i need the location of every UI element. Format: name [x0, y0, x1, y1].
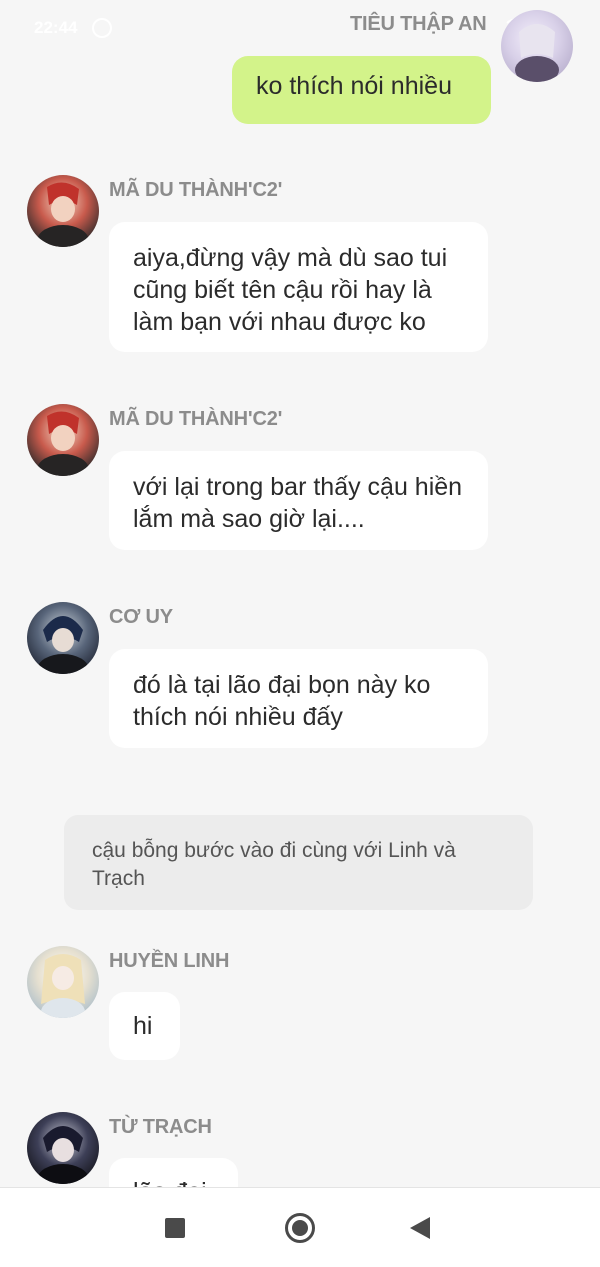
status-time: 22:44: [34, 18, 78, 37]
avatar[interactable]: [27, 1112, 99, 1184]
sender-name: MÃ DU THÀNH'C2': [109, 408, 283, 430]
message-bubble[interactable]: ko thích nói nhiều: [232, 56, 491, 124]
message-text: hi: [133, 1012, 153, 1040]
avatar-image: [37, 1126, 89, 1184]
message-text: đó là tại lão đại bọn này ko thích nói n…: [133, 671, 431, 731]
message-bubble[interactable]: aiya,đừng vậy mà dù sao tui cũng biết tê…: [109, 222, 488, 352]
message-bubble[interactable]: với lại trong bar thấy cậu hiền lắm mà s…: [109, 451, 488, 550]
avatar[interactable]: [501, 10, 573, 82]
avatar-image: [37, 411, 89, 476]
sender-name: TIÊU THẬP AN: [350, 13, 487, 35]
sender-name: HUYỀN LINH: [109, 950, 230, 972]
avatar[interactable]: [27, 404, 99, 476]
avatar-image: [515, 24, 559, 82]
navigation-bar: [0, 1187, 600, 1267]
message-text: ko thích nói nhiều: [256, 72, 452, 100]
avatar[interactable]: [27, 175, 99, 247]
message-bubble[interactable]: hi: [109, 992, 180, 1060]
sender-name: MÃ DU THÀNH'C2': [109, 179, 283, 201]
message-text: với lại trong bar thấy cậu hiền lắm mà s…: [133, 473, 463, 533]
notification-icon: [92, 18, 112, 38]
sender-name: CƠ UY: [109, 606, 173, 628]
recent-apps-button[interactable]: [165, 1218, 185, 1238]
narration-box: cậu bỗng bước vào đi cùng với Linh và Tr…: [64, 815, 533, 910]
narration-text: cậu bỗng bước vào đi cùng với Linh và Tr…: [92, 839, 456, 890]
avatar-image: [37, 616, 89, 674]
back-button[interactable]: [410, 1217, 430, 1239]
avatar-image: [37, 182, 89, 247]
sender-name: TỪ TRẠCH: [109, 1116, 212, 1138]
message-bubble[interactable]: đó là tại lão đại bọn này ko thích nói n…: [109, 649, 488, 748]
avatar-image: [41, 954, 85, 1018]
avatar[interactable]: [27, 602, 99, 674]
message-text: aiya,đừng vậy mà dù sao tui cũng biết tê…: [133, 244, 448, 336]
home-button[interactable]: [285, 1213, 315, 1243]
avatar[interactable]: [27, 946, 99, 1018]
